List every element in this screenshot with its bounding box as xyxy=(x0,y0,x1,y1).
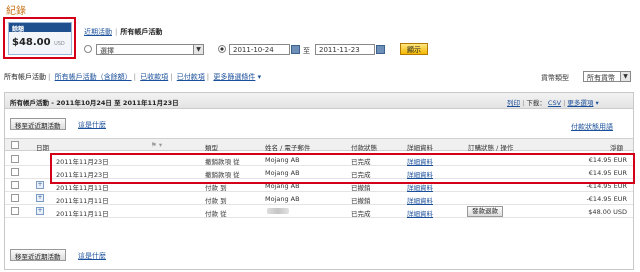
header-date: 日期 xyxy=(36,144,49,152)
calendar-icon[interactable] xyxy=(291,45,300,54)
expand-icon[interactable]: + xyxy=(36,207,44,215)
date-to-input[interactable]: 2011-11-23 xyxy=(315,44,375,55)
balance-amount: $48.00 USD xyxy=(9,32,71,48)
tab-separator: | xyxy=(115,28,118,36)
row-checkbox[interactable] xyxy=(11,155,19,163)
row-checkbox[interactable] xyxy=(11,194,19,202)
panel-title: 所有帳戶活動 - 2011年10月24日 至 2011年11月23日 xyxy=(10,99,179,107)
archive-button[interactable]: 移至近近期活動 xyxy=(10,249,66,261)
calendar-icon[interactable] xyxy=(376,45,385,54)
header-details: 詳細資料 xyxy=(407,144,433,152)
csv-link[interactable]: CSV xyxy=(548,99,561,107)
refund-button[interactable]: 發款退款 xyxy=(467,206,503,217)
header-name: 姓名 / 電子郵件 xyxy=(265,144,311,152)
row-checkbox[interactable] xyxy=(11,207,19,215)
balance-highlight-box: 餘額 $48.00 USD xyxy=(3,17,76,59)
header-type: 類型 xyxy=(205,144,218,152)
redacted-name xyxy=(267,208,289,214)
panel-tools: 列印 | 下載： CSV | 更多選項 ▾ xyxy=(507,99,599,107)
row-date: 2011年11月11日 xyxy=(56,197,109,205)
row-net-amount: $48.00 USD xyxy=(588,208,627,216)
header-net: 淨額 xyxy=(610,144,623,152)
chevron-down-icon: ▾ xyxy=(593,99,599,107)
currency-label: 貨幣類型 xyxy=(541,74,569,82)
chevron-down-icon: ▾ xyxy=(255,73,262,81)
chevron-down-icon: ▼ xyxy=(620,72,630,81)
balance-label: 餘額 xyxy=(9,23,71,33)
download-label: 下載： xyxy=(526,99,546,107)
filter-more[interactable]: 更多篩選條件 xyxy=(213,73,255,81)
row-details-link[interactable]: 詳細資料 xyxy=(407,195,433,205)
period-select-value: 選擇 xyxy=(100,47,114,55)
page-title: 紀錄 xyxy=(6,6,26,17)
tab-recent-activity[interactable]: 近期活動 xyxy=(84,28,112,36)
period-select[interactable]: 選擇 ▼ xyxy=(96,44,204,55)
row-net-amount: -€14.95 EUR xyxy=(586,195,627,203)
expand-icon[interactable]: + xyxy=(36,194,44,202)
row-name: Mojang AB xyxy=(265,195,300,203)
row-checkbox[interactable] xyxy=(11,168,19,176)
filter-all-with-balance[interactable]: 所有帳戶活動（含餘額） xyxy=(55,73,132,81)
header-order-status: 訂購狀態 / 操作 xyxy=(468,144,514,152)
row-status: 已完成 xyxy=(351,210,371,218)
row-status: 已撤銷 xyxy=(351,197,371,205)
balance-amount-value: $48.00 xyxy=(12,37,51,48)
chevron-down-icon: ▼ xyxy=(193,45,203,54)
filter-all[interactable]: 所有帳戶活動 xyxy=(4,73,46,81)
balance-card: 餘額 $48.00 USD xyxy=(8,22,72,55)
archive-button[interactable]: 移至近近期活動 xyxy=(10,118,66,130)
date-to-label: 至 xyxy=(303,47,310,55)
row-checkbox[interactable] xyxy=(11,181,19,189)
table-row: +2011年11月11日 付款 從 已完成 詳細資料 發款退款 $48.00 USD xyxy=(5,205,633,218)
more-options-link[interactable]: 更多選項 xyxy=(567,99,593,107)
activity-tabs: 近期活動 | 所有帳戶活動 xyxy=(84,27,162,37)
row-date: 2011年11月11日 xyxy=(56,210,109,218)
select-all-checkbox[interactable] xyxy=(11,141,19,149)
balance-currency: USD xyxy=(54,41,65,47)
currency-select[interactable]: 所有貨幣 ▼ xyxy=(583,71,631,82)
tab-all-activity[interactable]: 所有帳戶活動 xyxy=(120,28,162,36)
print-link[interactable]: 列印 xyxy=(507,99,520,107)
table-header: 日期 ⚑ ▾ 類型 姓名 / 電子郵件 付款狀態 詳細資料 訂購狀態 / 操作 … xyxy=(5,138,633,152)
payment-status-help-link[interactable]: 付款狀態用語 xyxy=(571,122,613,132)
flag-icon[interactable]: ⚑ ▾ xyxy=(151,141,162,149)
expand-icon[interactable]: + xyxy=(36,181,44,189)
filter-received[interactable]: 已收款項 xyxy=(140,73,168,81)
filter-sent[interactable]: 已付款項 xyxy=(177,73,205,81)
highlighted-rows-box xyxy=(50,153,635,184)
activity-panel: 所有帳戶活動 - 2011年10月24日 至 2011年11月23日 列印 | … xyxy=(4,92,635,270)
whats-this-link[interactable]: 這是什麼 xyxy=(78,251,106,261)
header-status: 付款狀態 xyxy=(351,144,377,152)
table-row: +2011年11月11日 付款 到 Mojang AB 已撤銷 詳細資料 -€14.95 … xyxy=(5,192,633,205)
whats-this-link[interactable]: 這是什麼 xyxy=(78,120,106,130)
date-from-input[interactable]: 2011-10-24 xyxy=(229,44,290,55)
row-type: 付款 從 xyxy=(205,210,227,218)
range-radio[interactable] xyxy=(218,45,226,55)
panel-header: 所有帳戶活動 - 2011年10月24日 至 2011年11月23日 列印 | … xyxy=(5,93,633,109)
date-radio[interactable] xyxy=(84,45,92,55)
show-button[interactable]: 顯示 xyxy=(400,43,428,55)
currency-select-value: 所有貨幣 xyxy=(587,74,615,82)
filter-links: 所有帳戶活動 | 所有帳戶活動（含餘額） | 已收款項 | 已付款項 | 更多篩選條件 … xyxy=(4,73,262,81)
row-details-link[interactable]: 詳細資料 xyxy=(407,208,433,218)
row-type: 付款 到 xyxy=(205,197,227,205)
